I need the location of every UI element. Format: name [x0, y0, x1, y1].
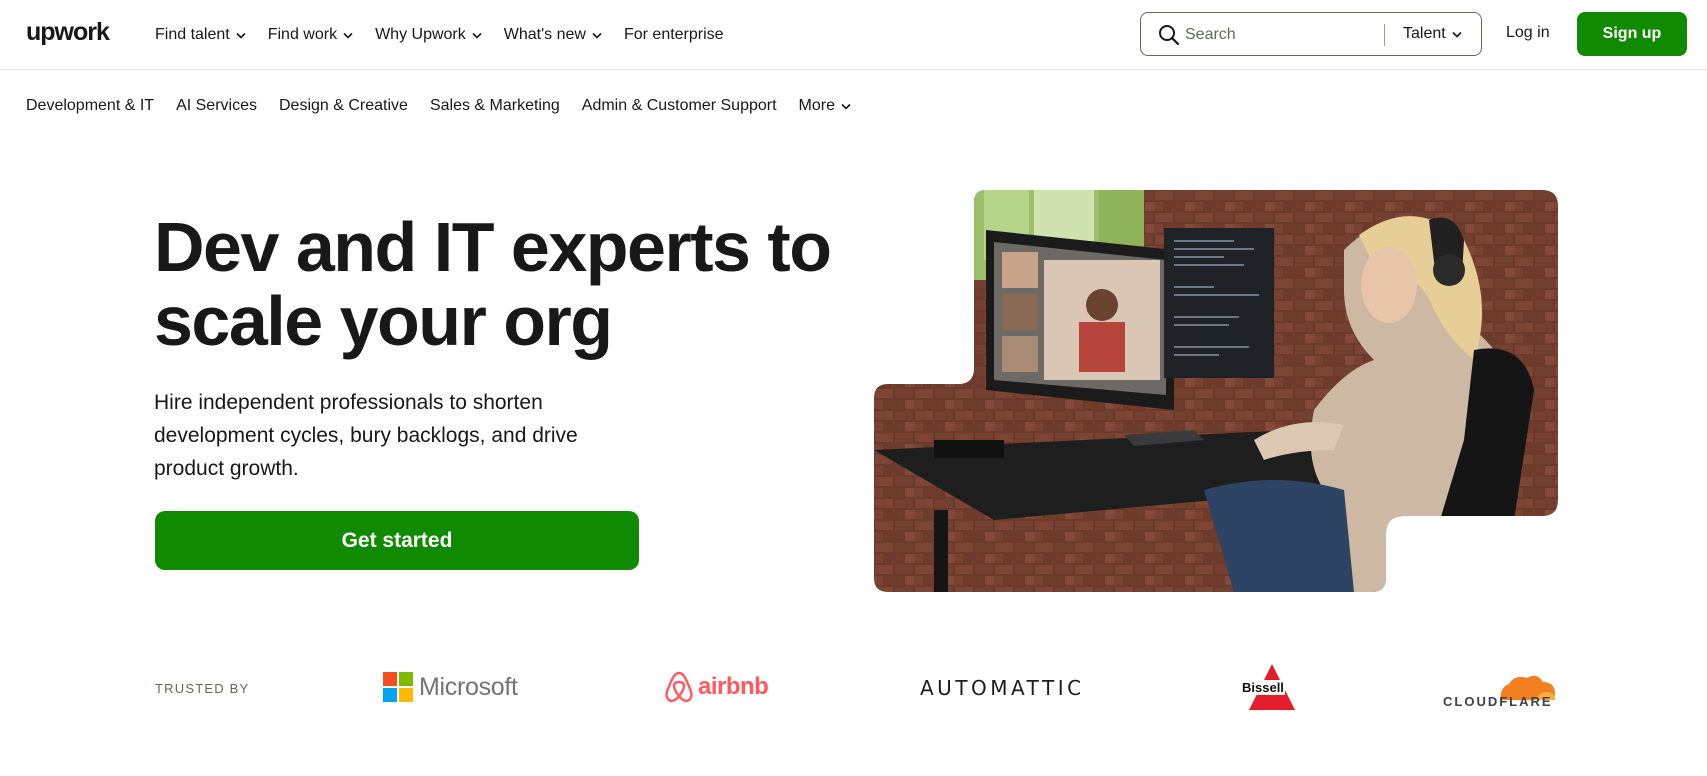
chevron-down-icon — [472, 32, 482, 39]
airbnb-belo-icon — [665, 671, 693, 703]
category-nav: Development & IT AI Services Design & Cr… — [26, 95, 851, 117]
chevron-down-icon — [343, 32, 353, 39]
category-ai-services[interactable]: AI Services — [176, 97, 257, 115]
bissell-wordmark: Bissell — [1241, 680, 1285, 695]
sign-up-button[interactable]: Sign up — [1577, 12, 1687, 56]
nav-item-label: What's new — [503, 26, 586, 43]
nav-why-upwork[interactable]: Why Upwork — [375, 26, 482, 44]
top-navigation-bar: upwork Find talent Find work Why Upwork … — [0, 0, 1707, 70]
category-sales-marketing[interactable]: Sales & Marketing — [430, 97, 560, 115]
category-development-it[interactable]: Development & IT — [26, 97, 154, 115]
microsoft-wordmark: Microsoft — [419, 672, 518, 701]
nav-find-work[interactable]: Find work — [268, 26, 353, 44]
nav-find-talent[interactable]: Find talent — [155, 26, 246, 44]
category-more-label: More — [798, 97, 835, 114]
hero-title-line-2: scale your org — [154, 282, 613, 360]
nav-item-label: For enterprise — [623, 26, 724, 43]
microsoft-logo: Microsoft — [383, 670, 518, 704]
hero-image — [874, 190, 1558, 592]
airbnb-logo: airbnb — [664, 670, 769, 704]
microsoft-grid-icon — [383, 672, 413, 702]
main-nav: Find talent Find work Why Upwork What's … — [155, 0, 724, 70]
automattic-wordmark: AUTOMATTIC — [920, 676, 1085, 700]
nav-item-label: Find work — [267, 26, 338, 43]
search-icon — [1159, 25, 1180, 46]
category-admin-customer-support[interactable]: Admin & Customer Support — [582, 97, 777, 115]
search-input[interactable] — [1185, 21, 1370, 49]
trusted-by-label: TRUSTED BY — [155, 681, 250, 696]
chevron-down-icon — [841, 103, 851, 110]
hero-subtitle: Hire independent professionals to shorte… — [154, 391, 578, 480]
hero-title: Dev and IT experts to scale your org — [154, 210, 854, 358]
category-more[interactable]: More — [799, 97, 851, 115]
search-divider — [1384, 24, 1385, 46]
cloudflare-wordmark: CLOUDFLARE — [1443, 694, 1553, 709]
upwork-logo[interactable]: upwork — [26, 19, 116, 49]
nav-whats-new[interactable]: What's new — [504, 26, 602, 44]
search-scope-dropdown[interactable]: Talent — [1403, 13, 1462, 55]
category-design-creative[interactable]: Design & Creative — [279, 97, 408, 115]
svg-text:upwork: upwork — [26, 21, 110, 46]
cloudflare-logo: CLOUDFLARE — [1443, 666, 1559, 710]
nav-item-label: Why Upwork — [375, 26, 466, 43]
chevron-down-icon — [236, 32, 246, 39]
chevron-down-icon — [592, 32, 602, 39]
automattic-logo: AUTOMATTIC — [920, 676, 1085, 700]
hero-title-line-1: Dev and IT experts to — [154, 208, 832, 286]
bissell-logo: Bissell — [1239, 664, 1305, 710]
nav-for-enterprise[interactable]: For enterprise — [624, 26, 724, 44]
get-started-button[interactable]: Get started — [155, 511, 639, 570]
search-scope-label: Talent — [1403, 25, 1446, 42]
airbnb-wordmark: airbnb — [698, 673, 769, 700]
search-bar: Talent — [1140, 12, 1482, 56]
log-in-link[interactable]: Log in — [1506, 24, 1550, 42]
nav-item-label: Find talent — [155, 26, 230, 43]
chevron-down-icon — [1452, 31, 1462, 38]
